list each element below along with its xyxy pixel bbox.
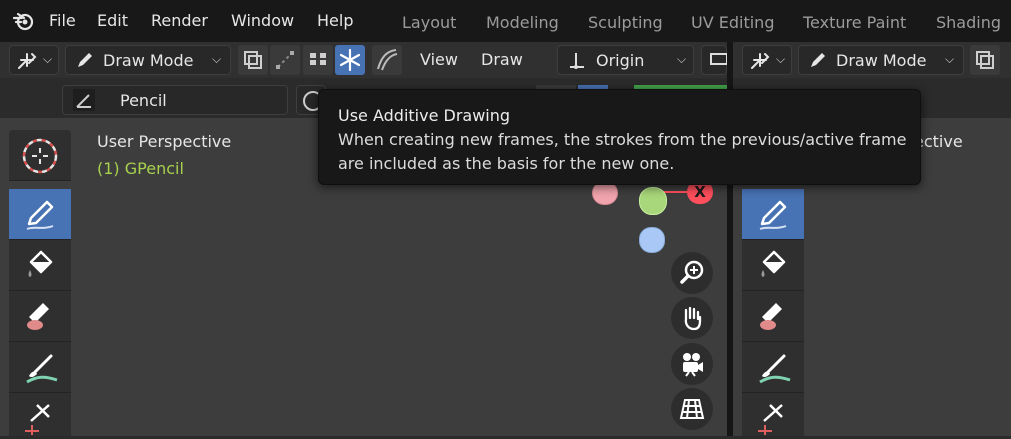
- editor-type-dropdown[interactable]: ⌵: [9, 45, 59, 75]
- mode-label: Draw Mode: [103, 51, 194, 70]
- menu-edit[interactable]: Edit: [97, 11, 128, 30]
- object-label: (1) GPencil: [97, 159, 184, 178]
- tab-modeling[interactable]: Modeling: [486, 13, 559, 32]
- tool-tint-right[interactable]: [742, 342, 804, 393]
- grid-icon: [679, 396, 705, 426]
- tab-uv-editing[interactable]: UV Editing: [691, 13, 774, 32]
- tool-cutter-right[interactable]: [742, 393, 804, 436]
- pencil-draw-icon: [756, 198, 790, 236]
- tooltip-description-line-2: are included as the basis for the new on…: [338, 154, 675, 173]
- guides-icon[interactable]: [372, 45, 402, 75]
- tool-fill-right[interactable]: [742, 240, 804, 291]
- tool-draw-right[interactable]: [742, 189, 804, 240]
- fill-bucket-icon: [23, 248, 57, 286]
- pivot-dropdown[interactable]: Origin ⌵: [557, 45, 694, 75]
- fill-bucket-icon: [756, 248, 790, 286]
- mode-label-right: Draw Mode: [836, 51, 927, 70]
- chevron-down-icon: ⌵: [677, 52, 687, 66]
- perspective-label: User Perspective: [97, 132, 232, 151]
- eraser-icon: [756, 299, 790, 337]
- chevron-down-icon: ⌵: [776, 52, 786, 66]
- display-dropdown[interactable]: [701, 45, 728, 75]
- chevron-down-icon: ⌵: [212, 52, 222, 66]
- tooltip: Use Additive Drawing When creating new f…: [318, 89, 921, 185]
- tab-shading[interactable]: Shading: [936, 13, 1001, 32]
- chevron-down-icon: ⌵: [43, 52, 53, 66]
- cursor-icon: [20, 136, 60, 180]
- pivot-label: Origin: [596, 51, 645, 70]
- view-menu[interactable]: View: [420, 50, 458, 69]
- tool-erase-right[interactable]: [742, 291, 804, 342]
- additive-drawing-icon[interactable]: [335, 45, 365, 75]
- tool-cutter[interactable]: [9, 393, 71, 436]
- multiframe-icon[interactable]: [970, 45, 1000, 75]
- mode-dropdown[interactable]: Draw Mode ⌵: [65, 45, 231, 75]
- tab-texture-paint[interactable]: Texture Paint: [803, 13, 906, 32]
- gizmo-neg-z-circle[interactable]: [639, 227, 665, 253]
- origin-icon: [566, 51, 586, 75]
- grease-pencil-editor-icon: [749, 50, 771, 76]
- tab-layout[interactable]: Layout: [402, 13, 456, 32]
- tool-cursor[interactable]: [9, 130, 71, 181]
- menu-window[interactable]: Window: [231, 11, 294, 30]
- autolock-layers-icon[interactable]: [303, 45, 333, 75]
- menu-render[interactable]: Render: [151, 11, 208, 30]
- mode-dropdown-right[interactable]: Draw Mode ⌵: [798, 45, 964, 75]
- tool-draw[interactable]: [9, 189, 71, 240]
- pencil-icon: [75, 50, 95, 74]
- stroke-edit-icon[interactable]: [270, 45, 300, 75]
- brush-name: Pencil: [120, 91, 167, 110]
- eraser-icon: [23, 299, 57, 337]
- tab-sculpting[interactable]: Sculpting: [588, 13, 663, 32]
- cutter-icon: [23, 401, 57, 439]
- monitor-icon: [710, 53, 728, 73]
- tint-brush-icon: [23, 350, 59, 390]
- tool-erase[interactable]: [9, 291, 71, 342]
- camera-view-button[interactable]: [671, 343, 713, 385]
- menu-file[interactable]: File: [49, 11, 76, 30]
- zoom-button[interactable]: [671, 252, 713, 294]
- tool-tint[interactable]: [9, 342, 71, 393]
- multiframe-icon[interactable]: [238, 45, 268, 75]
- chevron-down-icon: ⌵: [945, 52, 955, 66]
- draw-menu[interactable]: Draw: [481, 50, 523, 69]
- tooltip-title: Use Additive Drawing: [338, 106, 511, 125]
- menu-help[interactable]: Help: [317, 11, 353, 30]
- brush-selector[interactable]: Pencil: [62, 85, 288, 115]
- zoom-icon: [680, 260, 704, 290]
- brush-preview-icon: [73, 89, 95, 111]
- perspective-label-right: ective: [914, 132, 963, 151]
- editor-type-dropdown-right[interactable]: ⌵: [742, 45, 792, 75]
- tool-fill[interactable]: [9, 240, 71, 291]
- pencil-icon: [808, 50, 828, 74]
- tooltip-description-line-1: When creating new frames, the strokes fr…: [338, 130, 907, 149]
- top-menubar: File Edit Render Window Help Layout Mode…: [0, 0, 1011, 42]
- cutter-icon: [756, 401, 790, 439]
- blender-logo-icon[interactable]: [12, 10, 34, 32]
- gizmo-y-circle[interactable]: [639, 187, 667, 215]
- camera-icon: [679, 351, 705, 381]
- pan-button[interactable]: [671, 297, 713, 339]
- hand-icon: [680, 305, 704, 335]
- grease-pencil-editor-icon: [16, 50, 38, 76]
- tint-brush-icon: [756, 350, 792, 390]
- orthographic-toggle-button[interactable]: [671, 388, 713, 430]
- pencil-draw-icon: [23, 198, 57, 236]
